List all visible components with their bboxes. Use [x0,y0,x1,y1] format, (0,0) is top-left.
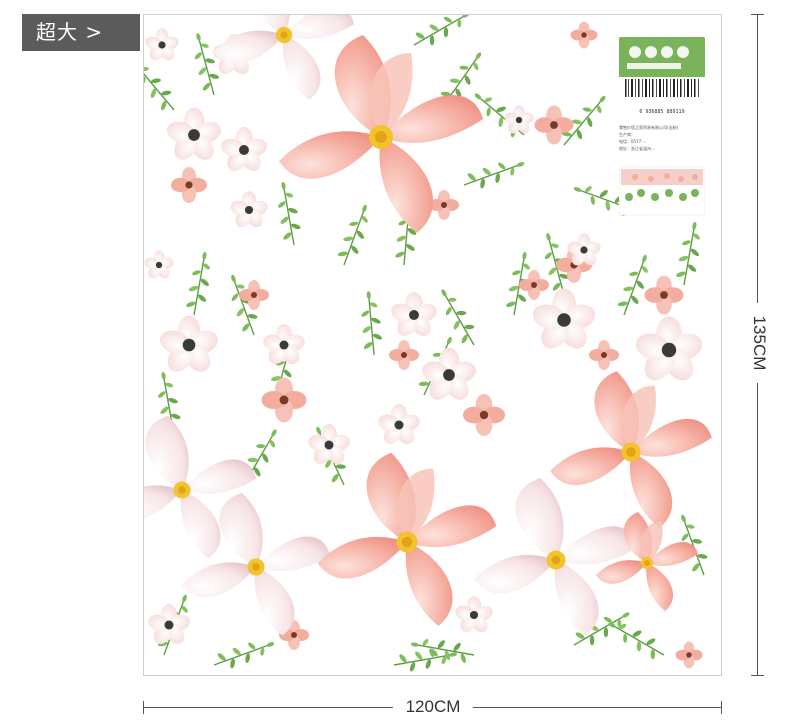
wall-sticker-sheet: 6 936885 889119 零售价您之家贸易有限公司(出制) 生产商： 电话… [143,14,722,676]
package-info-line: 零售价您之家贸易有限公司(出制) [619,125,679,130]
package-info-line: 生产商： [619,132,635,137]
width-dimension-tick-left [143,701,144,714]
barcode-number: 6 936885 889119 [639,109,685,115]
width-dimension-tick-right [721,701,722,714]
package-info-line: 电话：0577-... [619,139,647,144]
package-graphic [618,37,706,216]
height-dimension: 135CM [746,14,770,676]
package-label: 6 936885 889119 零售价您之家贸易有限公司(出制) 生产商： 电话… [618,37,706,237]
height-dimension-tick-top [751,14,764,15]
size-tag-button[interactable]: 超大 > [22,14,140,51]
package-info-line: 地址：浙江省温州... [619,146,655,151]
width-label: 120CM [393,697,473,717]
height-dimension-tick-bottom [751,675,764,676]
width-dimension: 120CM [143,696,722,720]
height-label: 135CM [747,303,769,383]
